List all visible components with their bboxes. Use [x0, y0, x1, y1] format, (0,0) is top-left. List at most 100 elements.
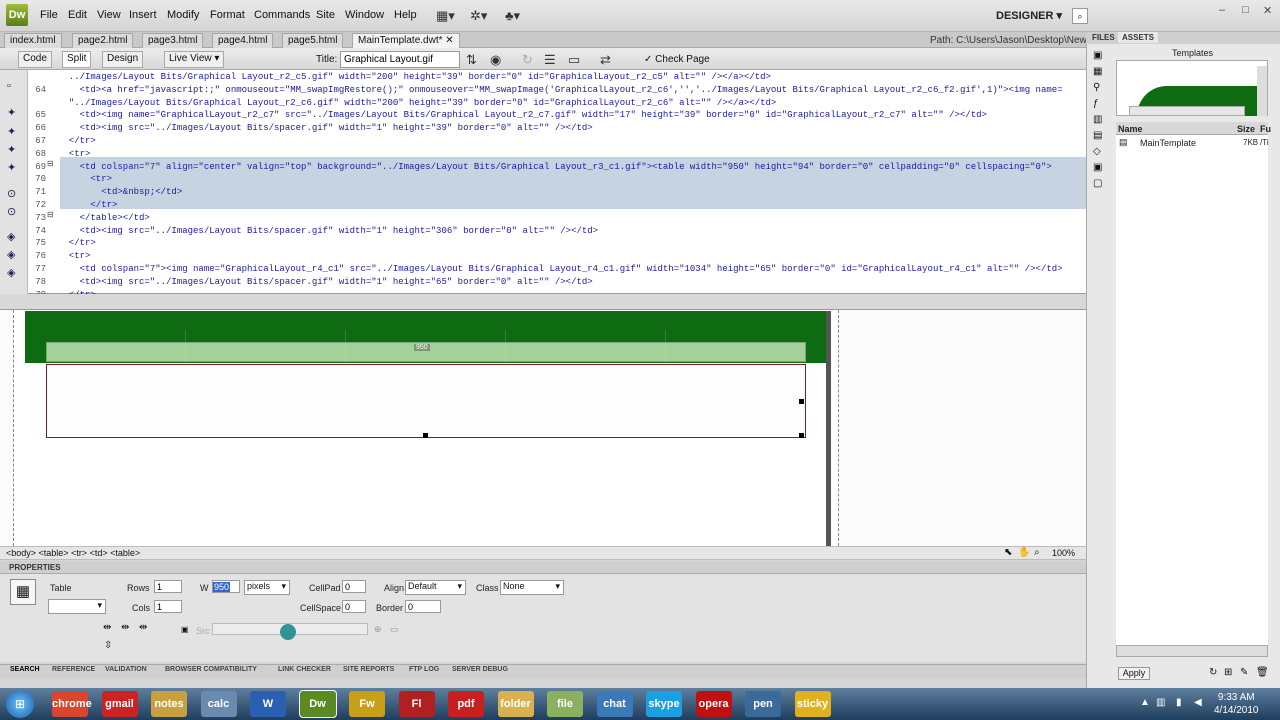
templates-asset-icon[interactable]: ▣: [1093, 162, 1102, 173]
tab-maintemplate[interactable]: MainTemplate.dwt* ✕: [352, 33, 460, 48]
list-item[interactable]: ▤ MainTemplate 7KB /Ti: [1116, 137, 1269, 149]
rows-input[interactable]: [154, 580, 182, 593]
width-unit-select[interactable]: pixels ▾: [244, 580, 290, 595]
preview-icon[interactable]: ◉: [490, 52, 501, 68]
resize-handle[interactable]: [799, 433, 804, 438]
code-line[interactable]: <td colspan="7" align="center" valign="t…: [58, 162, 1052, 172]
code-line[interactable]: </tr>: [58, 200, 117, 210]
preview-scrollbar[interactable]: [1129, 106, 1245, 116]
class-select[interactable]: None ▾: [500, 580, 564, 595]
tab-page2[interactable]: page2.html: [72, 33, 134, 48]
point-to-file-icon[interactable]: ⊕: [374, 624, 382, 635]
action-center-icon[interactable]: ▮: [1176, 697, 1182, 708]
menu-help[interactable]: Help: [394, 9, 417, 21]
taskbar-app[interactable]: Fw: [349, 691, 385, 717]
title-input[interactable]: [340, 51, 460, 68]
pointer-icon[interactable]: ⬉: [1004, 547, 1012, 558]
collapse-selection-icon[interactable]: ✦: [7, 125, 16, 138]
tab-ftp-log[interactable]: FTP LOG: [409, 666, 439, 673]
collapse-tag-icon[interactable]: ✦: [7, 106, 16, 119]
full-path-column-header[interactable]: Fu: [1260, 124, 1271, 134]
taskbar-app[interactable]: Fl: [398, 691, 435, 717]
shockwave-asset-icon[interactable]: ▥: [1093, 114, 1102, 125]
resize-handle[interactable]: [799, 399, 804, 404]
urls-asset-icon[interactable]: ⚲: [1093, 82, 1100, 93]
edit-icon[interactable]: ✎: [1240, 667, 1248, 678]
code-line[interactable]: </table></td>: [58, 213, 150, 223]
close-icon[interactable]: ✕: [1263, 4, 1272, 17]
tab-files[interactable]: FILES: [1088, 32, 1119, 43]
code-line[interactable]: <td><a href="javascript:;" onmouseout="M…: [58, 85, 1063, 95]
code-line[interactable]: </tr>: [58, 238, 96, 248]
taskbar-app[interactable]: sticky: [794, 691, 831, 717]
delete-icon[interactable]: 🗑: [1256, 667, 1269, 678]
tab-page5[interactable]: page5.html: [282, 33, 344, 48]
taskbar-app[interactable]: opera: [695, 691, 732, 717]
taskbar-app[interactable]: Dw: [298, 690, 337, 718]
width-input[interactable]: 950: [212, 580, 240, 593]
taskbar-app[interactable]: notes: [151, 691, 187, 717]
clear-row-heights-icon[interactable]: ⇹: [139, 622, 147, 633]
cellpad-input[interactable]: [342, 580, 366, 593]
code-line[interactable]: "../Images/Layout Bits/Graphical Layout_…: [58, 98, 777, 108]
fold-marker-icon[interactable]: ⊟: [47, 210, 54, 219]
menu-commands[interactable]: Commands: [254, 9, 310, 21]
visual-aids-icon[interactable]: ▭: [568, 52, 580, 68]
code-line[interactable]: <td><img src="../Images/Layout Bits/spac…: [58, 226, 599, 236]
tab-page4[interactable]: page4.html: [212, 33, 274, 48]
name-column-header[interactable]: Name: [1118, 124, 1143, 134]
check-page-button[interactable]: ✓ Check Page: [644, 54, 710, 65]
menu-edit[interactable]: Edit: [68, 9, 87, 21]
cellspace-input[interactable]: [342, 600, 366, 613]
selected-table[interactable]: [46, 364, 806, 438]
taskbar-app[interactable]: calc: [200, 691, 237, 717]
balance-braces-icon[interactable]: ⊙: [7, 187, 16, 200]
network-icon[interactable]: ▥: [1156, 697, 1165, 708]
fold-marker-icon[interactable]: ⊟: [47, 159, 54, 168]
code-line[interactable]: <td colspan="7"><img name="GraphicalLayo…: [58, 264, 1063, 274]
remove-comment-icon[interactable]: ◈: [7, 266, 15, 279]
tab-browser-compatibility[interactable]: BROWSER COMPATIBILITY: [165, 666, 257, 673]
images-asset-icon[interactable]: ▣: [1093, 50, 1102, 61]
code-line[interactable]: <tr>: [58, 174, 112, 184]
code-line[interactable]: <td><img name="GraphicalLayout_r2_c7" sr…: [58, 110, 987, 120]
tab-close-icon[interactable]: ✕: [445, 35, 453, 46]
split-divider[interactable]: [0, 294, 1086, 310]
tab-index[interactable]: index.html: [4, 33, 62, 48]
menu-format[interactable]: Format: [210, 9, 245, 21]
clear-column-widths-icon[interactable]: ⇹: [103, 622, 111, 633]
taskbar-app[interactable]: chat: [596, 691, 633, 717]
maximize-icon[interactable]: □: [1242, 4, 1249, 16]
view-options-icon[interactable]: ☰: [544, 52, 556, 68]
menu-modify[interactable]: Modify: [167, 9, 199, 21]
menu-site[interactable]: Site: [316, 9, 335, 21]
new-template-icon[interactable]: ⊞: [1224, 667, 1232, 678]
preview-vscrollbar[interactable]: [1257, 66, 1267, 116]
refresh-list-icon[interactable]: ↻: [1209, 667, 1217, 678]
volume-icon[interactable]: ◀: [1194, 697, 1202, 708]
zoom-icon[interactable]: ⌕: [1034, 547, 1040, 558]
tab-site-reports[interactable]: SITE REPORTS: [343, 666, 394, 673]
code-line[interactable]: ../Images/Layout Bits/Graphical Layout_r…: [58, 72, 771, 82]
asset-list-scrollbar[interactable]: [1116, 645, 1268, 657]
refresh-icon[interactable]: ↻: [522, 52, 533, 68]
site-icon[interactable]: ♣▾: [505, 8, 520, 24]
size-column-header[interactable]: Size: [1237, 124, 1255, 134]
properties-header[interactable]: [0, 561, 1086, 574]
convert-heights-icon[interactable]: ⇳: [104, 640, 112, 651]
highlight-invalid-icon[interactable]: ◈: [7, 230, 15, 243]
live-view-button[interactable]: Live View ▾: [164, 51, 225, 68]
taskbar-app[interactable]: pen: [745, 691, 781, 717]
tab-page3[interactable]: page3.html: [142, 33, 204, 48]
line-numbers-icon[interactable]: ⊙: [7, 205, 16, 218]
convert-widths-icon[interactable]: ⇹: [121, 622, 129, 633]
select-parent-tag-icon[interactable]: ✦: [7, 161, 16, 174]
table-id-select[interactable]: ▾: [48, 599, 106, 614]
expand-all-icon[interactable]: ✦: [7, 143, 16, 156]
tab-server-debug[interactable]: SERVER DEBUG: [452, 666, 508, 673]
tab-reference[interactable]: REFERENCE: [52, 666, 95, 673]
zoom-level[interactable]: 100%: [1052, 548, 1075, 558]
taskbar-app[interactable]: skype: [646, 691, 682, 717]
start-button[interactable]: ⊞: [6, 690, 34, 718]
taskbar-app[interactable]: folder: [497, 691, 534, 717]
